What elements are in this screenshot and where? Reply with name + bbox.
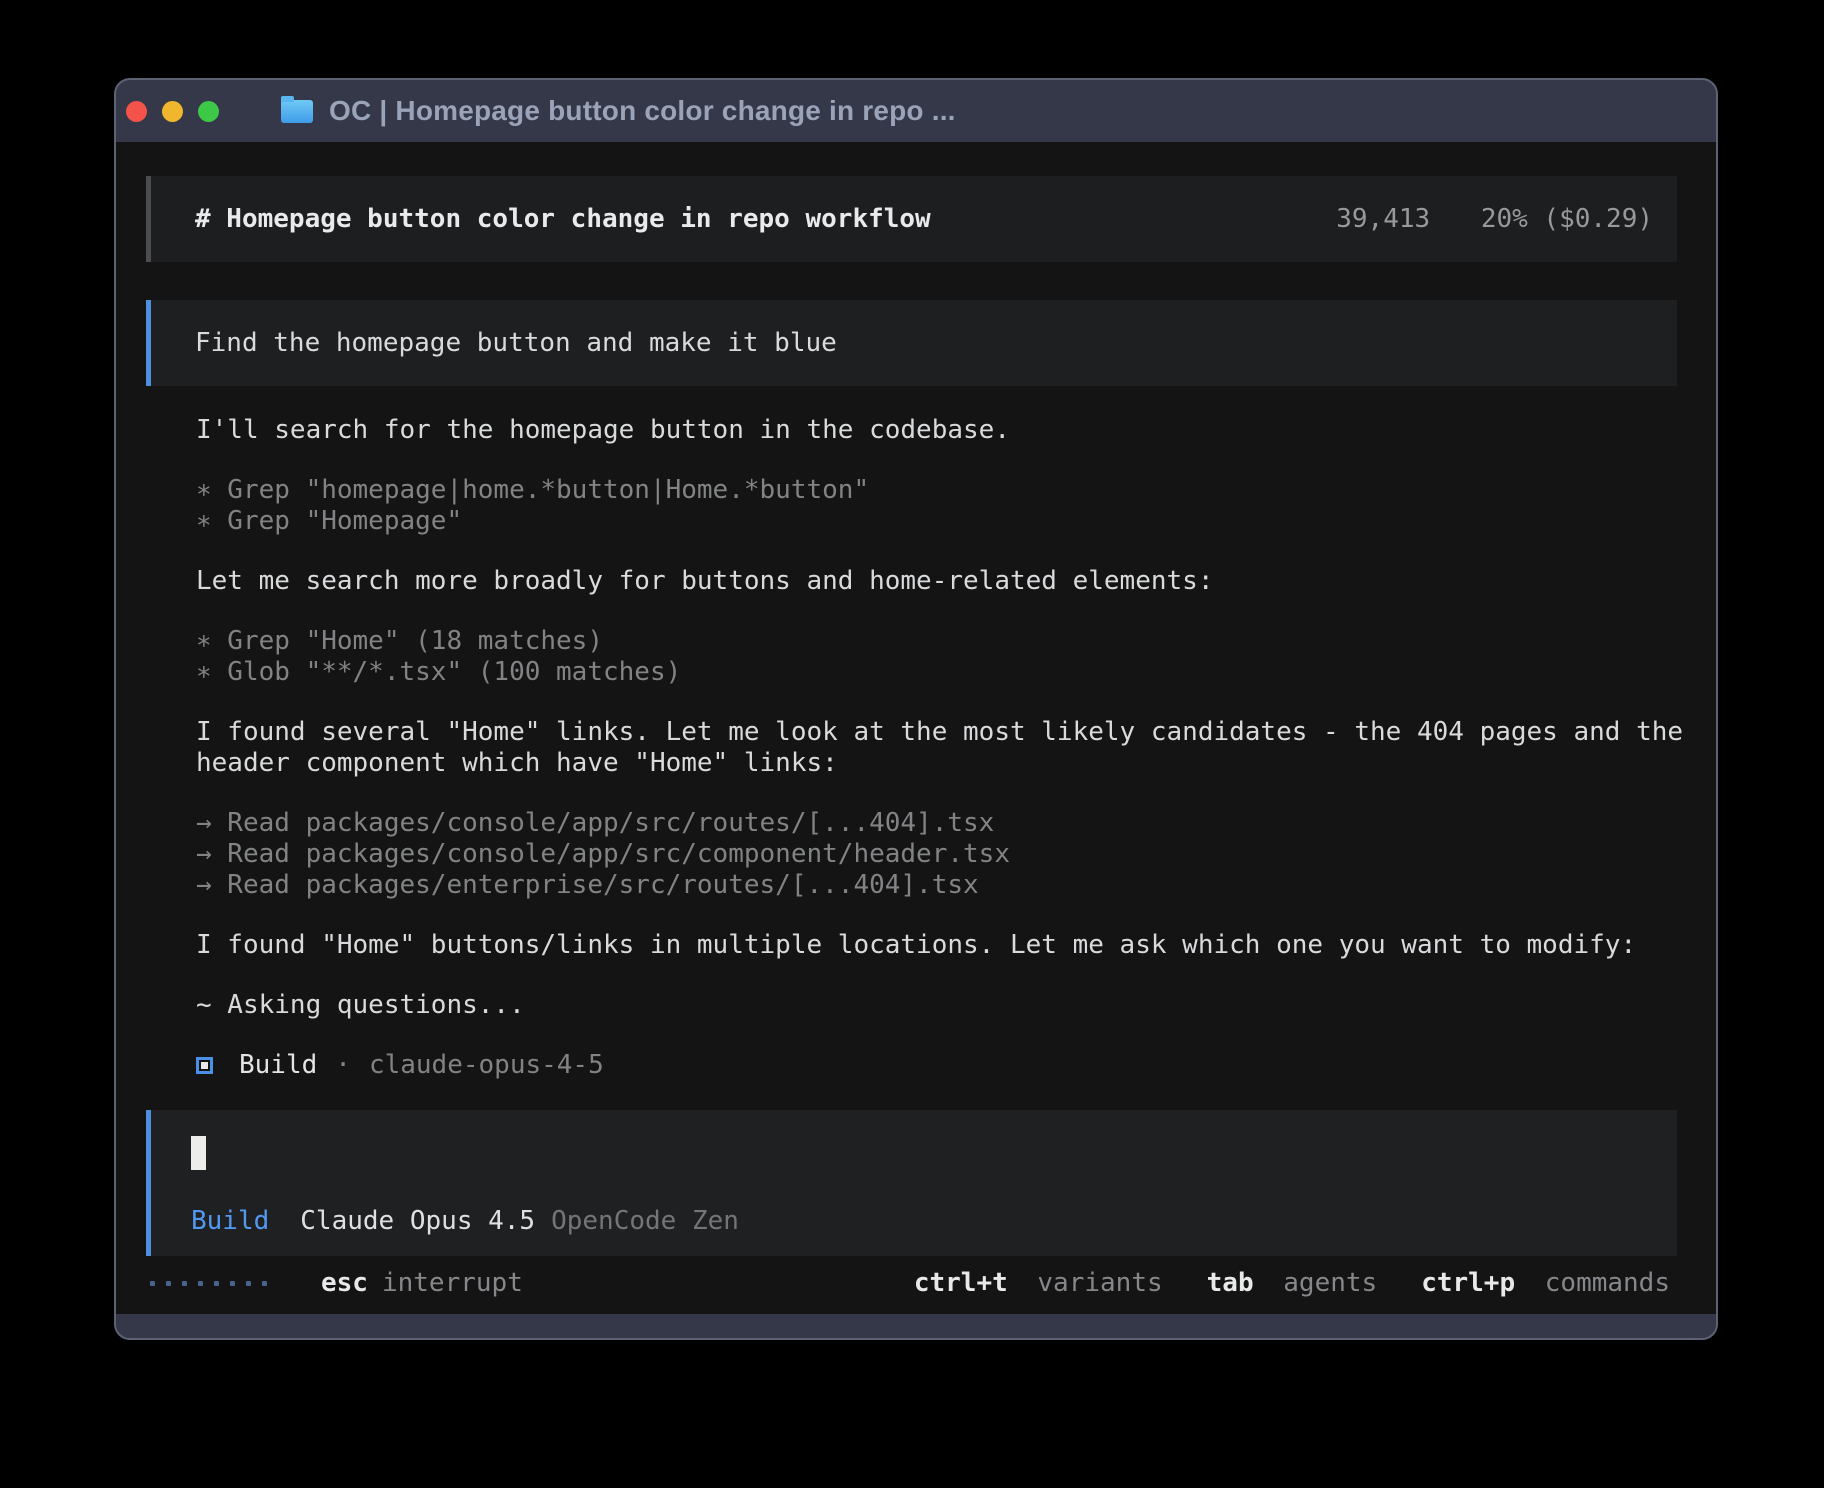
prompt-input[interactable]: Build Claude Opus 4.5 OpenCode Zen [146, 1110, 1677, 1256]
close-button[interactable] [126, 101, 147, 122]
assistant-text: I'll search for the homepage button in t… [196, 415, 1690, 446]
window-titlebar[interactable]: OC | Homepage button color change in rep… [116, 80, 1716, 142]
esc-label: interrupt [382, 1268, 523, 1298]
shortcut-agents: tab agents [1207, 1268, 1378, 1298]
tool-call-read: → Read packages/enterprise/src/routes/[.… [196, 870, 1690, 901]
spinner-dot [150, 1281, 155, 1286]
tool-call-grep: ∗ Grep "Homepage" [196, 506, 1690, 537]
mode-badge[interactable]: Build [191, 1206, 269, 1236]
maximize-button[interactable] [198, 101, 219, 122]
agent-row: Build · claude-opus-4-5 [196, 1050, 1690, 1081]
spinner-dot [198, 1281, 203, 1286]
token-count: 39,413 [1336, 204, 1430, 234]
text-cursor [191, 1136, 206, 1170]
tool-call-grep: ∗ Grep "Home" (18 matches) [196, 626, 1690, 657]
tool-call-read: → Read packages/console/app/src/routes/[… [196, 808, 1690, 839]
shortcut-commands: ctrl+p commands [1421, 1268, 1670, 1298]
spinner-dot [182, 1281, 187, 1286]
window-bottom-edge [116, 1314, 1716, 1338]
agent-model: claude-opus-4-5 [369, 1050, 604, 1081]
assistant-text: Let me search more broadly for buttons a… [196, 566, 1690, 597]
window-title: OC | Homepage button color change in rep… [329, 95, 956, 127]
session-stats: 39,413 20% ($0.29) [1336, 204, 1653, 234]
spinner-dot [246, 1281, 251, 1286]
status-text: ~ Asking questions... [196, 990, 1690, 1021]
session-title: # Homepage button color change in repo w… [195, 204, 931, 234]
tool-call-grep: ∗ Grep "homepage|home.*button|Home.*butt… [196, 475, 1690, 506]
assistant-text: I found "Home" buttons/links in multiple… [196, 930, 1690, 961]
desktop: OC | Homepage button color change in rep… [0, 0, 1824, 1488]
context-usage: 20% ($0.29) [1481, 204, 1653, 234]
spinner-dot [166, 1281, 171, 1286]
shortcut-variants: ctrl+t variants [914, 1268, 1163, 1298]
spinner-dot [230, 1281, 235, 1286]
tool-call-glob: ∗ Glob "**/*.tsx" (100 matches) [196, 657, 1690, 688]
provider-name: OpenCode Zen [551, 1206, 739, 1236]
status-bar: esc interrupt ctrl+t variants tab agents… [150, 1268, 1670, 1298]
spinner-dot [214, 1281, 219, 1286]
minimize-button[interactable] [162, 101, 183, 122]
traffic-lights [126, 101, 219, 122]
agent-separator: · [335, 1050, 351, 1081]
user-message: Find the homepage button and make it blu… [146, 300, 1677, 386]
agent-icon [196, 1057, 213, 1074]
tool-call-read: → Read packages/console/app/src/componen… [196, 839, 1690, 870]
assistant-text: I found several "Home" links. Let me loo… [196, 717, 1690, 779]
model-name[interactable]: Claude Opus 4.5 [300, 1206, 535, 1236]
session-header: # Homepage button color change in repo w… [146, 176, 1677, 262]
conversation: I'll search for the homepage button in t… [196, 415, 1690, 1081]
spinner-dots [150, 1281, 267, 1286]
input-mode-row: Build Claude Opus 4.5 OpenCode Zen [191, 1206, 1677, 1236]
terminal-window: OC | Homepage button color change in rep… [114, 78, 1718, 1340]
agent-name: Build [239, 1050, 317, 1081]
user-message-text: Find the homepage button and make it blu… [195, 328, 837, 358]
spinner-dot [262, 1281, 267, 1286]
esc-key-hint: esc [321, 1268, 368, 1298]
terminal-content: # Homepage button color change in repo w… [116, 142, 1716, 1314]
folder-icon [281, 100, 313, 123]
